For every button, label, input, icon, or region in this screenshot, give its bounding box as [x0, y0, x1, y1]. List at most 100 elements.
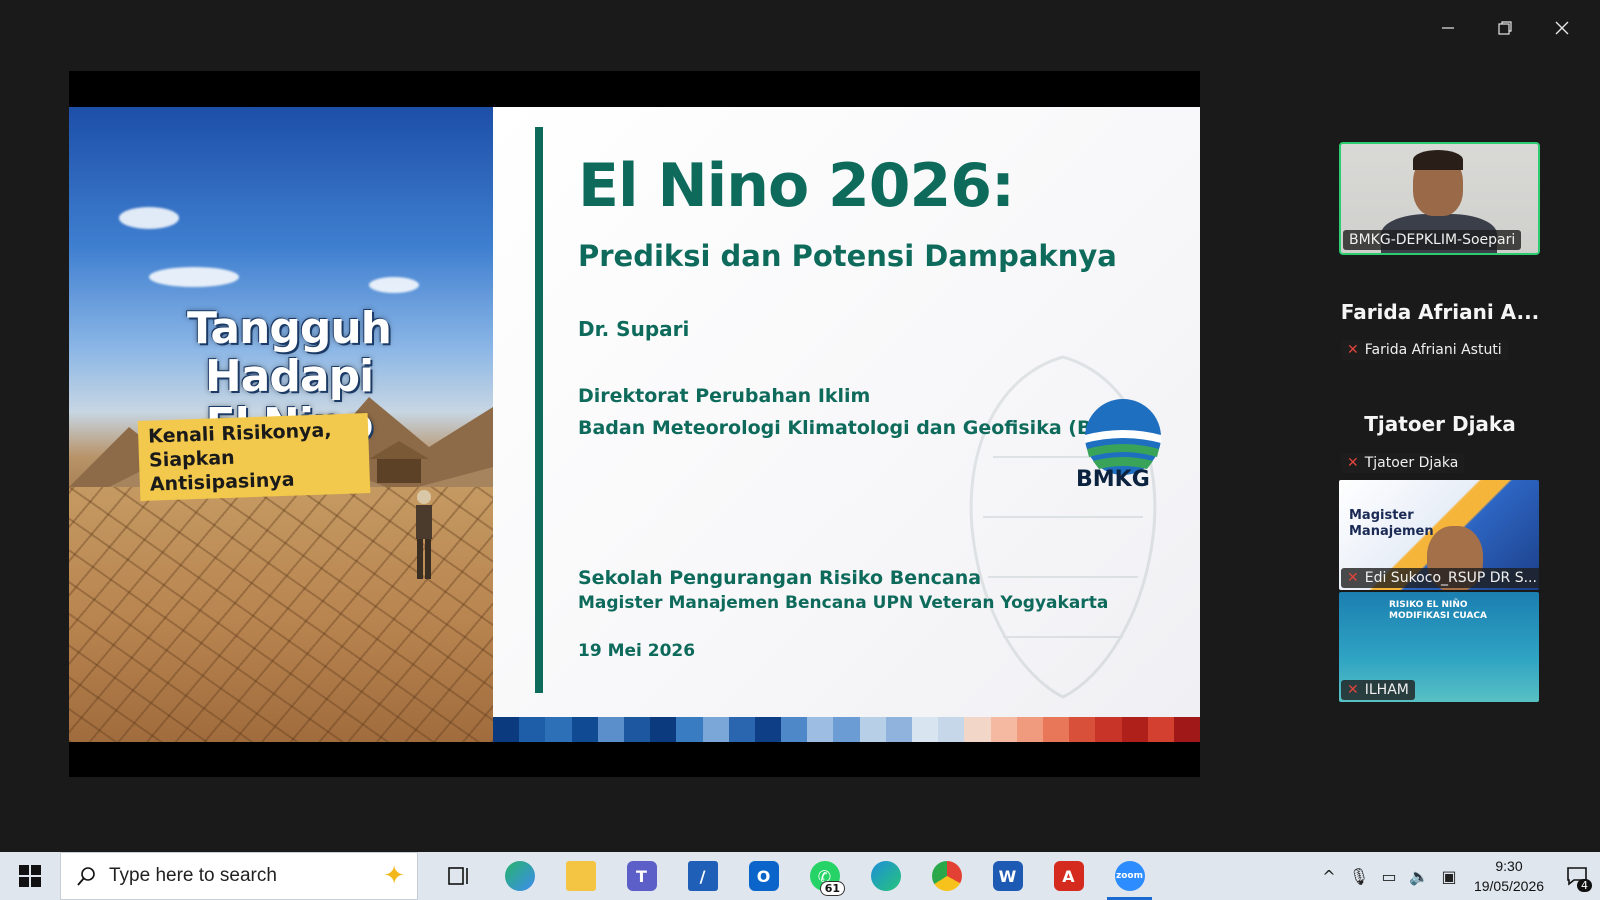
participant-display-name: Farida Afriani A...	[1340, 300, 1540, 324]
presentation-slide: Tangguh Hadapi El Nino Kenali Risikonya,…	[69, 107, 1200, 742]
system-tray: ^ 🎙 ▭ 🔈 ▣ 9:30 19/05/2026 4	[1314, 852, 1600, 900]
app-icon-chrome[interactable]	[916, 852, 977, 900]
participant-video-edi[interactable]: Magister Manajemen ✕ Edi Sukoco_RSUP DR S…	[1339, 480, 1539, 590]
participant-name-label: BMKG-DEPKLIM-Soepari	[1343, 230, 1522, 250]
windows-logo-icon	[19, 865, 41, 887]
tile-background-text: Magister Manajemen	[1349, 508, 1434, 540]
restore-icon	[1497, 21, 1512, 35]
farmer-figure	[416, 490, 432, 579]
slide-author: Dr. Supari	[578, 317, 690, 341]
outlook-icon: O	[748, 861, 779, 891]
tile-background-text: RISIKO EL NIÑO MODIFIKASI CUACA	[1389, 600, 1487, 622]
person-hair	[1413, 150, 1463, 170]
taskbar-apps: T / O ✆ 61 W A zoom	[428, 852, 1160, 900]
participant-name: Tjatoer Djaka	[1364, 455, 1459, 471]
word-icon: W	[992, 861, 1023, 891]
cloud-shape	[149, 267, 239, 287]
edge-icon	[870, 861, 901, 891]
cloud-shape	[369, 277, 419, 293]
clock[interactable]: 9:30 19/05/2026	[1464, 856, 1554, 896]
taskbar-search-box[interactable]: Type here to search ✦	[60, 852, 418, 900]
slide-title: El Nino 2026:	[578, 151, 1015, 221]
task-view-icon	[447, 867, 468, 885]
show-hidden-icons-chevron-icon[interactable]: ^	[1314, 867, 1344, 886]
mic-muted-icon: ✕	[1347, 455, 1359, 471]
mic-muted-icon: ✕	[1347, 570, 1359, 586]
shared-screen[interactable]: Tangguh Hadapi El Nino Kenali Risikonya,…	[69, 71, 1200, 777]
taskbar: Type here to search ✦ T / O ✆ 61 W A zoo…	[0, 852, 1600, 900]
poster-image: Tangguh Hadapi El Nino Kenali Risikonya,…	[69, 107, 493, 742]
app-icon-acrobat[interactable]: A	[1038, 852, 1099, 900]
participant-display-name: Tjatoer Djaka	[1364, 412, 1516, 436]
minimize-button[interactable]	[1419, 14, 1476, 42]
battery-icon[interactable]: ▭	[1374, 867, 1404, 886]
slide-org-line: Direktorat Perubahan Iklim	[578, 385, 871, 407]
bmkg-logo-icon	[1085, 399, 1161, 475]
zoom-icon: zoom	[1114, 861, 1145, 891]
window-controls	[1419, 14, 1590, 42]
copilot-sparkle-icon[interactable]: ✦	[383, 861, 405, 891]
start-button[interactable]	[0, 852, 60, 900]
microphone-icon[interactable]: 🎙	[1344, 867, 1374, 886]
watermark-shape	[969, 355, 1157, 699]
tile-text-line: Magister	[1349, 508, 1414, 523]
participant-name-label[interactable]: ✕ Tjatoer Djaka	[1341, 453, 1465, 473]
bmkg-logo-text: BMKG	[1076, 467, 1150, 492]
app-icon-copilot[interactable]	[489, 852, 550, 900]
slide-org-line: Badan Meteorologi Klimatologi dan Geofis…	[578, 417, 1150, 439]
slide-text-panel: El Nino 2026: Prediksi dan Potensi Dampa…	[493, 107, 1200, 717]
participant-video-soepari[interactable]: BMKG-DEPKLIM-Soepari	[1339, 142, 1540, 255]
participant-name: Edi Sukoco_RSUP DR S...	[1364, 570, 1537, 586]
tile-text-line: Manajemen	[1349, 524, 1434, 539]
clock-date: 19/05/2026	[1473, 878, 1545, 894]
notification-center-button[interactable]: 4	[1554, 852, 1600, 900]
slide-subtitle: Prediksi dan Potensi Dampaknya	[578, 239, 1117, 273]
participant-name-label: ✕ Edi Sukoco_RSUP DR S...	[1341, 568, 1539, 588]
copilot-app-icon	[504, 861, 535, 891]
poster-subtitle-line: Siapkan Antisipasinya	[148, 446, 295, 496]
app-icon-whatsapp[interactable]: ✆ 61	[794, 852, 855, 900]
app-icon-word[interactable]: W	[977, 852, 1038, 900]
climate-stripes	[493, 717, 1200, 742]
app-icon-edge[interactable]	[855, 852, 916, 900]
participant-name-label: ✕ ILHAM	[1341, 680, 1415, 700]
participant-video-ilham[interactable]: RISIKO EL NIÑO MODIFIKASI CUACA ✕ ILHAM	[1339, 592, 1539, 702]
app-icon-file-explorer[interactable]	[550, 852, 611, 900]
app-icon-blue[interactable]: /	[672, 852, 733, 900]
participant-name: BMKG-DEPKLIM-Soepari	[1349, 232, 1516, 248]
tile-text-line: RISIKO EL NIÑO	[1389, 600, 1468, 610]
slide-date: 19 Mei 2026	[578, 641, 696, 661]
mic-muted-icon: ✕	[1347, 682, 1359, 698]
task-view-button[interactable]	[428, 852, 489, 900]
poster-title-line: Tangguh Hadapi	[187, 303, 392, 402]
cloud-shape	[119, 207, 179, 229]
participant-name: Farida Afriani Astuti	[1364, 342, 1502, 358]
acrobat-icon: A	[1053, 861, 1084, 891]
chrome-icon	[931, 861, 962, 891]
app-icon-zoom[interactable]: zoom	[1099, 852, 1160, 900]
slide-school-line: Magister Manajemen Bencana UPN Veteran Y…	[578, 593, 1109, 613]
mic-muted-icon: ✕	[1347, 342, 1359, 358]
participant-name: ILHAM	[1364, 682, 1409, 698]
slide-school-line: Sekolah Pengurangan Risiko Bencana	[578, 567, 982, 589]
close-icon	[1555, 21, 1568, 35]
folder-icon	[565, 861, 596, 891]
app-icon-outlook[interactable]: O	[733, 852, 794, 900]
minimize-icon	[1441, 27, 1454, 29]
restore-button[interactable]	[1476, 14, 1533, 42]
poster-subtitle: Kenali Risikonya, Siapkan Antisipasinya	[137, 413, 371, 501]
search-icon	[77, 867, 95, 886]
close-button[interactable]	[1533, 14, 1590, 42]
notification-count-badge: 4	[1577, 879, 1592, 892]
unread-badge: 61	[819, 881, 845, 896]
speaker-icon[interactable]: 🔈	[1404, 867, 1434, 886]
accent-bar	[535, 127, 543, 693]
search-placeholder: Type here to search	[109, 865, 277, 886]
display-icon[interactable]: ▣	[1434, 867, 1464, 886]
participant-name-label[interactable]: ✕ Farida Afriani Astuti	[1341, 340, 1508, 360]
tile-text-line: MODIFIKASI CUACA	[1389, 611, 1487, 621]
app-icon-teams[interactable]: T	[611, 852, 672, 900]
app-logo-icon: /	[687, 861, 718, 891]
clock-time: 9:30	[1495, 858, 1523, 874]
teams-icon: T	[626, 861, 657, 891]
